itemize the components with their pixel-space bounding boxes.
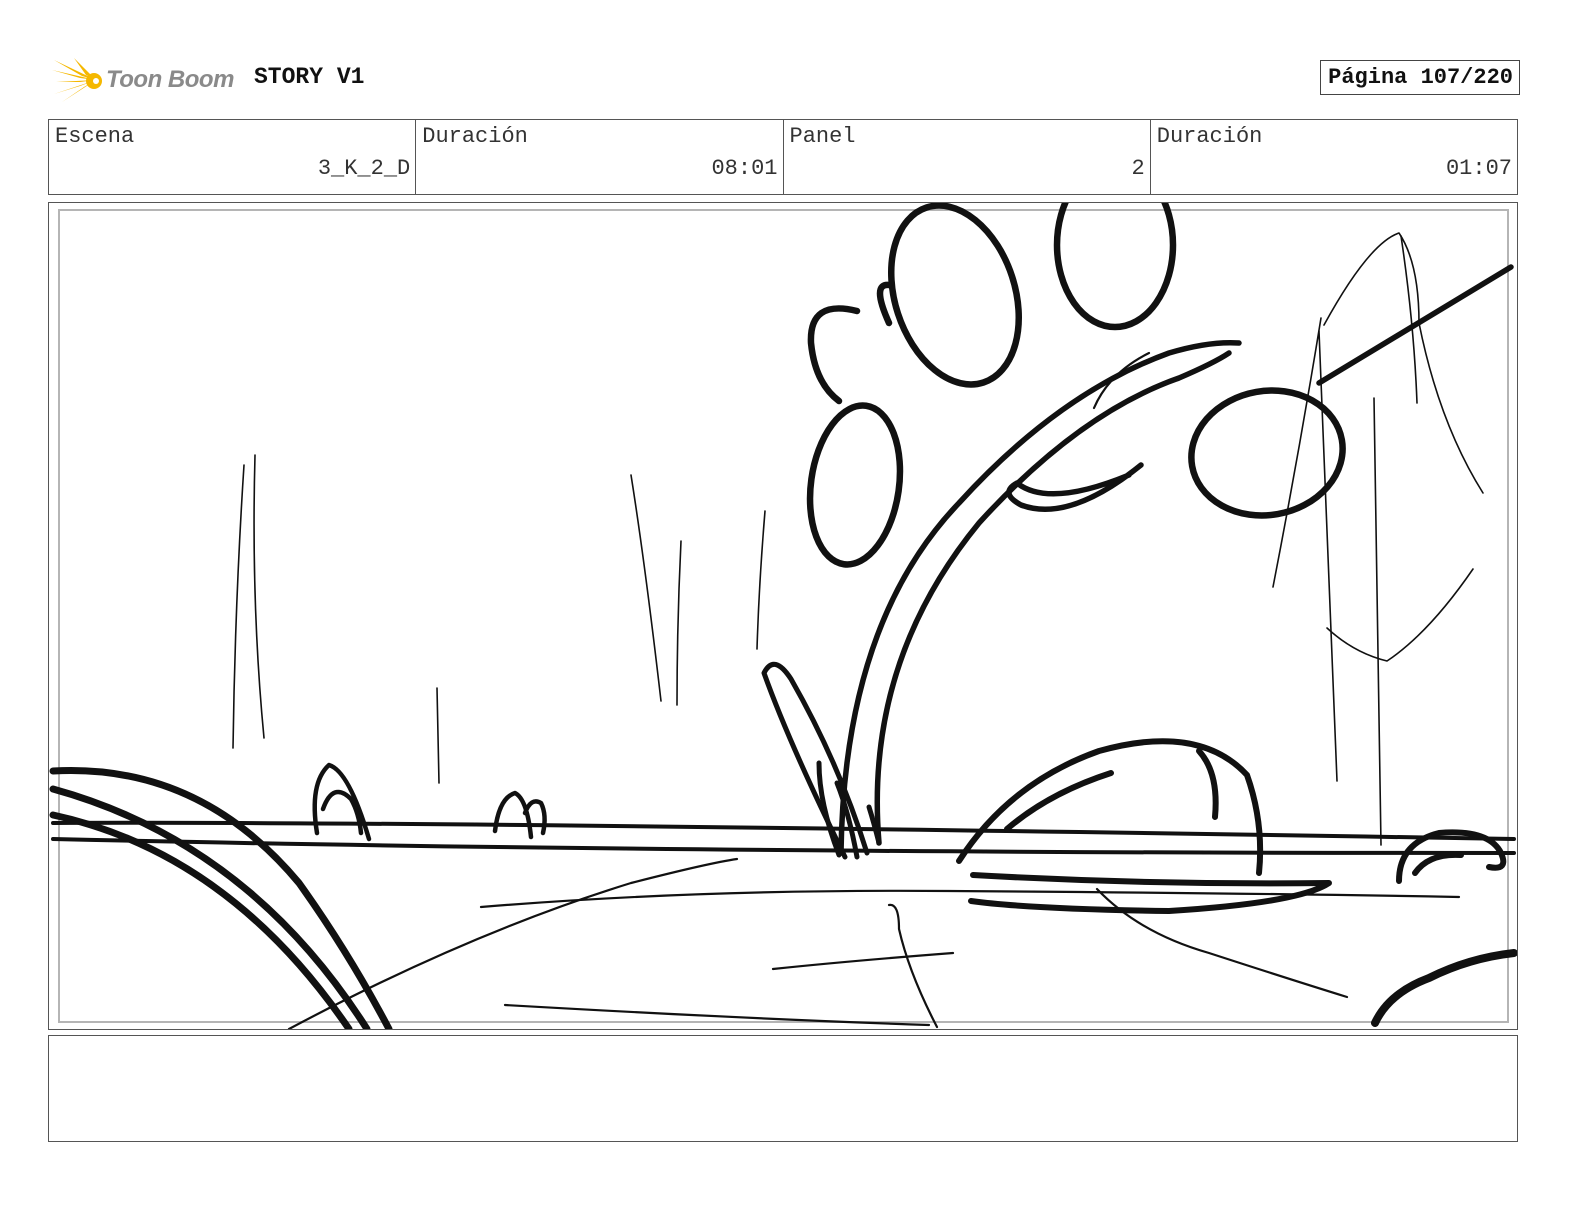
scene-value: 3_K_2_D [317, 156, 411, 181]
panel-cell: Panel 2 [784, 120, 1151, 194]
page-indicator: Página 107/220 [1320, 60, 1520, 95]
logo-text: Toon Boom [106, 66, 234, 93]
storyboard-header: Toon Boom STORY V1 Página 107/220 [48, 56, 1520, 106]
toon-boom-logo: Toon Boom [52, 56, 242, 106]
scene-duration-cell: Duración 08:01 [416, 120, 784, 194]
panel-value: 2 [1131, 156, 1145, 181]
panel-info-row: Escena 3_K_2_D Duración 08:01 Panel 2 Du… [48, 119, 1518, 195]
safe-area-frame [58, 209, 1509, 1023]
scene-label: Escena [55, 124, 135, 149]
panel-sketch [49, 203, 1517, 1029]
panel-notes-box [48, 1035, 1518, 1142]
scene-cell: Escena 3_K_2_D [49, 120, 417, 194]
panel-label: Panel [789, 124, 856, 149]
panel-duration-cell: Duración 01:07 [1151, 120, 1517, 194]
storyboard-panel [48, 202, 1518, 1030]
scene-duration-value: 08:01 [711, 156, 778, 181]
starburst-icon [52, 58, 102, 102]
panel-duration-value: 01:07 [1445, 156, 1512, 181]
panel-duration-label: Duración [1156, 124, 1263, 149]
sketch-drawing [49, 203, 1517, 1029]
scene-duration-label: Duración [422, 124, 528, 149]
project-title: STORY V1 [254, 64, 365, 90]
